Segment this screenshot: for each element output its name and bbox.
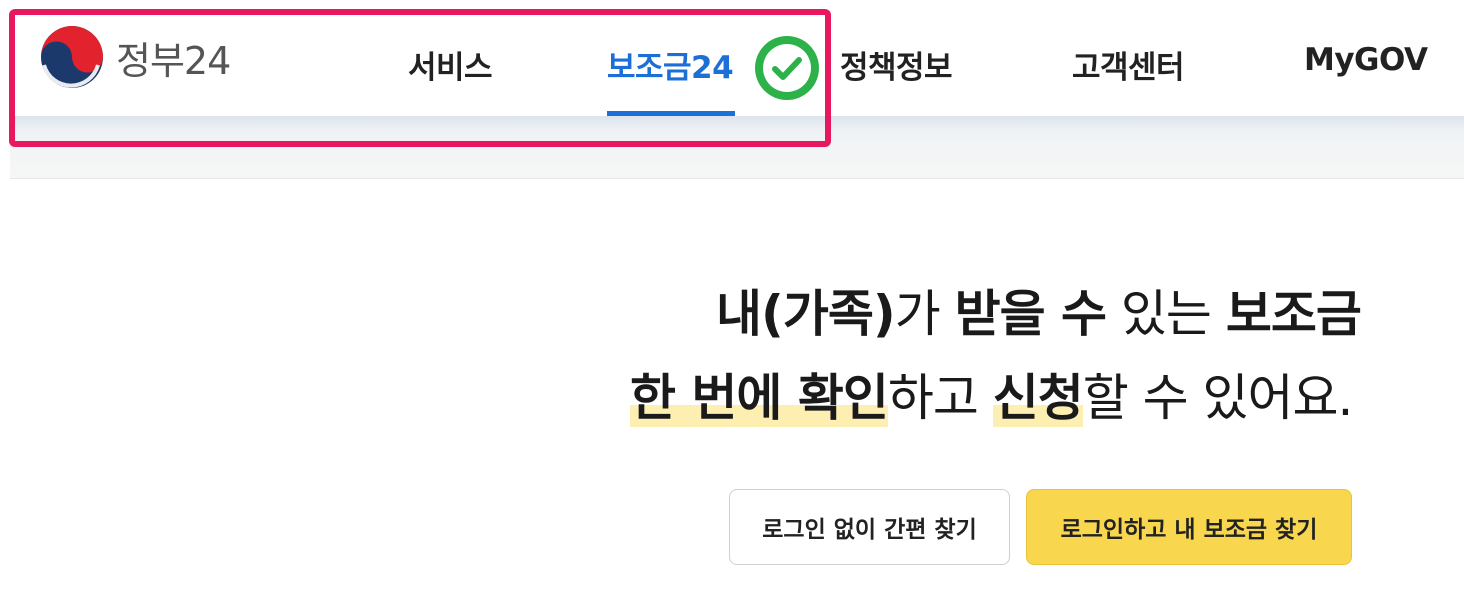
hero-highlight-apply: 신청 [992,369,1084,427]
check-circle-icon [755,36,819,100]
login-search-button[interactable]: 로그인하고 내 보조금 찾기 [1026,489,1352,565]
nav-item-policy-info[interactable]: 정책정보 [840,42,953,87]
hero-text: 가 [894,285,955,343]
hero-text: 할 수 있어요. [1082,369,1354,427]
hero-text-subsidy: 보조금 [1225,285,1362,343]
hero-highlight-check-once: 한 번에 확인 [630,369,889,427]
hero-text-family: 내(가족) [716,285,896,343]
easy-search-button[interactable]: 로그인 없이 간편 찾기 [729,489,1010,565]
annotation-highlight-box [9,9,831,147]
hero-headline-line-1: 내(가족)가 받을 수 있는 보조금 [716,284,1362,344]
hero-text-can-receive: 받을 수 [954,285,1107,343]
hero-text: 있는 [1106,285,1226,343]
hero-text: 하고 [887,369,993,427]
hero-headline-line-2: 한 번에 확인하고 신청할 수 있어요. [630,368,1354,428]
nav-item-mygov[interactable]: MyGOV [1304,42,1428,78]
nav-item-customer-center[interactable]: 고객센터 [1072,42,1185,87]
